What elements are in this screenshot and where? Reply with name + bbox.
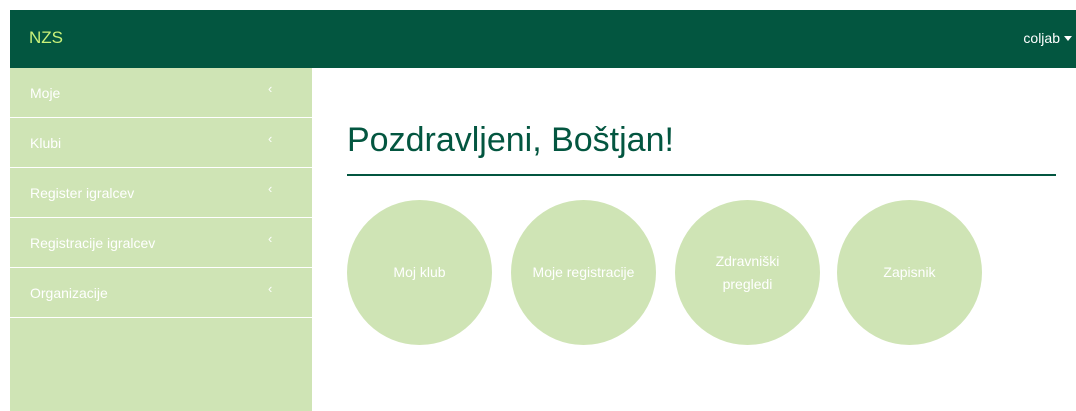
chevron-left-icon: ‹ bbox=[268, 81, 273, 96]
page-title: Pozdravljeni, Boštjan! bbox=[347, 121, 674, 159]
user-menu[interactable]: coljab bbox=[1023, 30, 1076, 46]
sidebar-item-label: Moje bbox=[30, 84, 61, 101]
tile-label: Zapisnik bbox=[883, 264, 936, 281]
tile-moje-registracije[interactable]: Moje registracije bbox=[511, 200, 656, 345]
top-strip bbox=[0, 0, 1076, 10]
sidebar-item-label: Organizacije bbox=[30, 284, 108, 301]
sidebar-item-label: Register igralcev bbox=[30, 184, 135, 201]
sidebar-item-organizacije[interactable]: Organizacije ‹ bbox=[10, 268, 312, 318]
chevron-left-icon: ‹ bbox=[268, 181, 273, 196]
tile-moj-klub[interactable]: Moj klub bbox=[347, 200, 492, 345]
brand-link[interactable]: NZS bbox=[29, 28, 63, 48]
chevron-left-icon: ‹ bbox=[268, 281, 273, 296]
tile-zapisnik[interactable]: Zapisnik bbox=[837, 200, 982, 345]
chevron-left-icon: ‹ bbox=[268, 131, 273, 146]
navbar: NZS coljab bbox=[10, 10, 1076, 68]
chevron-left-icon: ‹ bbox=[268, 231, 273, 246]
title-divider bbox=[347, 174, 1056, 176]
tile-zdravniski-pregledi[interactable]: Zdravniški pregledi bbox=[675, 200, 820, 345]
sidebar-item-moje[interactable]: Moje ‹ bbox=[10, 68, 312, 118]
tile-label: Moje registracije bbox=[532, 264, 635, 281]
main-content: Pozdravljeni, Boštjan! Moj klub Moje reg… bbox=[312, 68, 1076, 411]
sidebar: Moje ‹ Klubi ‹ Register igralcev ‹ Regis… bbox=[10, 68, 312, 411]
sidebar-item-register-igralcev[interactable]: Register igralcev ‹ bbox=[10, 168, 312, 218]
caret-down-icon bbox=[1064, 35, 1072, 41]
sidebar-item-label: Registracije igralcev bbox=[30, 234, 156, 251]
user-name: coljab bbox=[1023, 30, 1060, 46]
sidebar-item-registracije-igralcev[interactable]: Registracije igralcev ‹ bbox=[10, 218, 312, 268]
tile-label: Moj klub bbox=[393, 264, 446, 281]
sidebar-item-klubi[interactable]: Klubi ‹ bbox=[10, 118, 312, 168]
sidebar-item-label: Klubi bbox=[30, 134, 62, 151]
tile-label: Zdravniški pregledi bbox=[715, 253, 780, 292]
